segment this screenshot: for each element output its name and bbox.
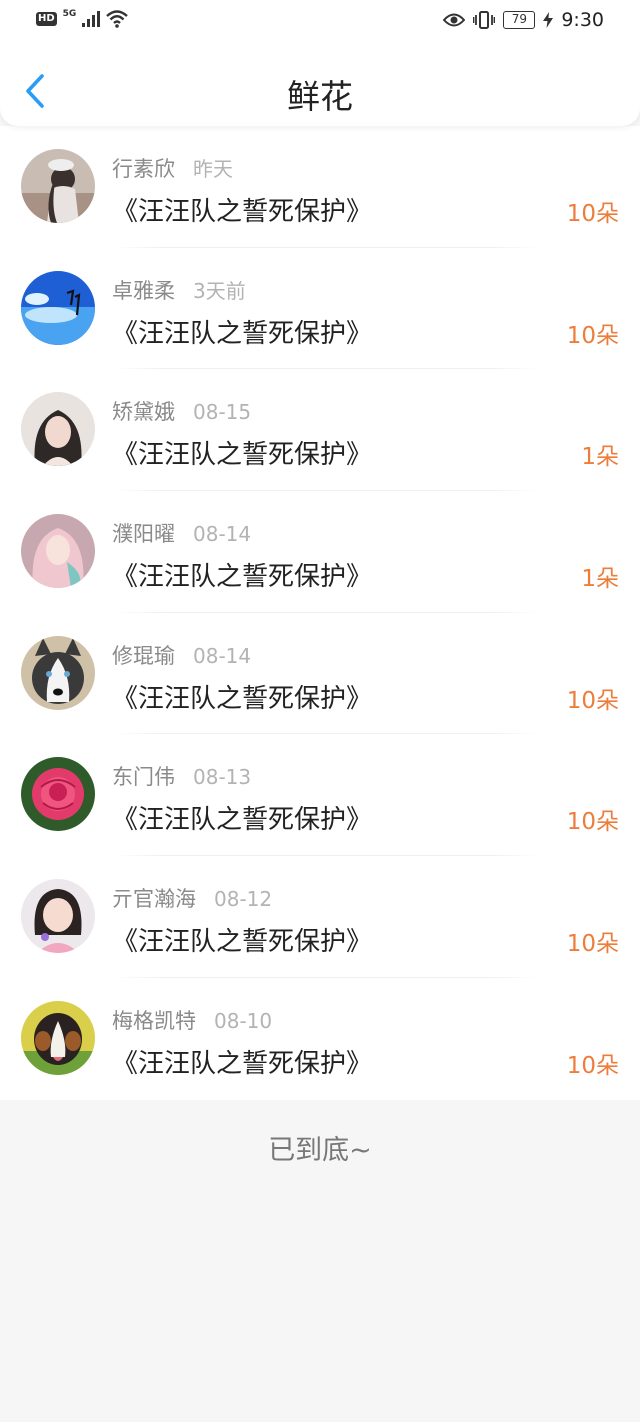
charging-icon — [543, 12, 554, 28]
status-bar: HD 5G 79 9:30 — [0, 0, 640, 44]
flower-list: 行素欣 昨天 《汪汪队之誓死保护》 10朵 卓雅柔 3天前 《汪汪队之誓死保护》 1… — [0, 126, 640, 1100]
list-item[interactable]: 亓官瀚海 08-12 《汪汪队之誓死保护》 10朵 — [0, 856, 640, 978]
sent-date: 3天前 — [193, 278, 246, 303]
flower-count: 10朵 — [566, 1052, 619, 1079]
clock: 9:30 — [561, 9, 604, 31]
book-title: 《汪汪队之誓死保护》 — [112, 562, 373, 593]
signal-icon — [82, 11, 101, 27]
network-type: 5G — [62, 9, 77, 19]
sent-date: 08-10 — [214, 1008, 273, 1033]
list-item[interactable]: 行素欣 昨天 《汪汪队之誓死保护》 10朵 — [0, 126, 640, 248]
list-item[interactable]: 卓雅柔 3天前 《汪汪队之誓死保护》 10朵 — [0, 248, 640, 370]
avatar — [21, 270, 95, 345]
flower-count: 10朵 — [566, 201, 619, 227]
flower-count: 1朵 — [581, 444, 619, 471]
sender-name: 亓官瀚海 08-12 — [112, 887, 273, 912]
list-item[interactable]: 梅格凯特 08-10 《汪汪队之誓死保护》 10朵 — [0, 978, 640, 1100]
avatar — [21, 757, 95, 832]
sender-name: 濮阳曜 08-14 — [112, 522, 252, 547]
avatar — [21, 879, 95, 954]
sent-date: 08-13 — [193, 765, 252, 790]
end-of-list-text: 已到底~ — [268, 1135, 372, 1166]
sent-date: 08-14 — [193, 643, 252, 668]
page-title: 鲜花 — [287, 77, 353, 116]
book-title: 《汪汪队之誓死保护》 — [112, 805, 373, 836]
sender-name: 修琨瑜 08-14 — [112, 643, 252, 668]
book-title: 《汪汪队之誓死保护》 — [112, 927, 373, 958]
hd-badge: HD — [36, 12, 57, 26]
eye-icon — [443, 13, 466, 27]
sender-name: 梅格凯特 08-10 — [112, 1008, 273, 1033]
sender-name: 东门伟 08-13 — [112, 765, 252, 790]
list-item[interactable]: 东门伟 08-13 《汪汪队之誓死保护》 10朵 — [0, 734, 640, 857]
battery-indicator: 79 — [503, 11, 536, 29]
flower-count: 10朵 — [566, 687, 619, 714]
avatar — [21, 635, 95, 710]
flower-count: 1朵 — [581, 566, 619, 593]
status-right: 79 9:30 — [443, 9, 604, 31]
sender-name: 行素欣 昨天 — [112, 157, 233, 181]
book-title: 《汪汪队之誓死保护》 — [112, 197, 373, 227]
flower-count: 10朵 — [566, 322, 619, 349]
list-item[interactable]: 矫黛娥 08-15 《汪汪队之誓死保护》 1朵 — [0, 369, 640, 492]
avatar — [21, 392, 95, 467]
book-title: 《汪汪队之誓死保护》 — [112, 1048, 373, 1079]
book-title: 《汪汪队之誓死保护》 — [112, 683, 373, 714]
list-item[interactable]: 修琨瑜 08-14 《汪汪队之誓死保护》 10朵 — [0, 613, 640, 735]
avatar — [21, 1000, 95, 1075]
avatar — [21, 149, 95, 223]
wifi-icon — [106, 10, 129, 28]
flower-count: 10朵 — [566, 931, 619, 958]
book-title: 《汪汪队之誓死保护》 — [112, 318, 373, 349]
flower-count: 10朵 — [566, 809, 619, 836]
top-bar: HD 5G 79 9:30 鲜花 — [0, 0, 640, 126]
sent-date: 08-12 — [214, 887, 273, 912]
status-left: HD 5G — [36, 9, 129, 28]
book-title: 《汪汪队之誓死保护》 — [112, 440, 373, 471]
vibrate-icon — [473, 11, 496, 29]
sender-name: 卓雅柔 3天前 — [112, 278, 246, 303]
sent-date: 昨天 — [193, 157, 233, 181]
list-item[interactable]: 濮阳曜 08-14 《汪汪队之誓死保护》 1朵 — [0, 491, 640, 613]
sent-date: 08-15 — [193, 400, 252, 425]
sender-name: 矫黛娥 08-15 — [112, 400, 252, 425]
avatar — [21, 514, 95, 589]
sent-date: 08-14 — [193, 522, 252, 547]
